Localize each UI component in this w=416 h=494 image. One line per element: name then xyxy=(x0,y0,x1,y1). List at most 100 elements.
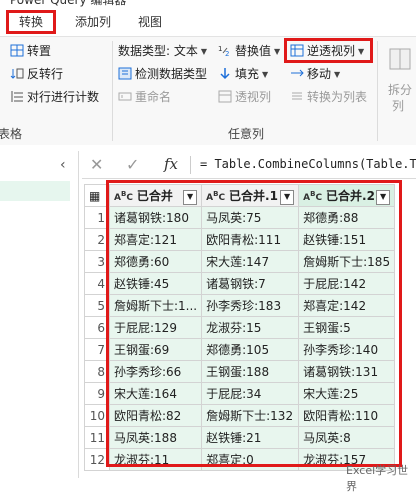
table-cell[interactable]: 郑喜定:0 xyxy=(201,448,300,471)
table-cell[interactable]: 郑喜定:121 xyxy=(108,228,203,251)
table-cell[interactable]: 欧阳青松:111 xyxy=(201,228,300,251)
split-column-button[interactable]: 拆分 列 xyxy=(386,41,416,113)
move-button[interactable]: 移动 ▼ xyxy=(290,64,340,84)
table-row[interactable]: 4 赵铁锤:45 诸葛钢铁:7 于屁屁:142 xyxy=(84,272,396,295)
row-number: 12 xyxy=(84,448,110,471)
table-cell[interactable]: 诸葛钢铁:131 xyxy=(298,360,396,383)
detect-type-button[interactable]: 检测数据类型 xyxy=(118,64,207,84)
filter-dropdown-icon[interactable]: ▼ xyxy=(183,189,198,205)
watermark: Excel学习世界 xyxy=(346,464,409,493)
filter-dropdown-icon[interactable]: ▼ xyxy=(376,189,391,205)
table-cell[interactable]: 王钢蛋:5 xyxy=(298,316,396,339)
table-cell[interactable]: 于屁屁:129 xyxy=(108,316,203,339)
pivot-column-label: 透视列 xyxy=(235,90,272,104)
table-row[interactable]: 6 于屁屁:129 龙淑芬:15 王钢蛋:5 xyxy=(84,316,396,339)
count-rows-button[interactable]: 对行进行计数 xyxy=(10,87,99,107)
table-menu-icon[interactable]: ▦ xyxy=(84,184,110,207)
table-cell[interactable]: 赵铁锤:45 xyxy=(108,272,203,295)
move-icon xyxy=(291,69,304,77)
fill-down-icon xyxy=(220,68,230,80)
tab-add-column[interactable]: 添加列 xyxy=(68,10,118,34)
fx-icon[interactable]: fx xyxy=(164,155,178,173)
table-cell[interactable]: 宋大莲:164 xyxy=(108,382,203,405)
row-number: 4 xyxy=(84,272,110,295)
table-row[interactable]: 3 郑德勇:60 宋大莲:147 詹姆斯下士:185 xyxy=(84,250,396,273)
table-cell[interactable]: 郑德勇:60 xyxy=(108,250,203,273)
table-cell[interactable]: 赵铁锤:21 xyxy=(201,426,300,449)
text-type-icon: ABC xyxy=(303,189,323,203)
selected-query[interactable] xyxy=(0,181,70,201)
table-row[interactable]: 10 欧阳青松:82 詹姆斯下士:132 欧阳青松:110 xyxy=(84,404,396,427)
table-cell[interactable]: 孙李秀珍:140 xyxy=(298,338,396,361)
table-cell[interactable]: 詹姆斯下士:185 xyxy=(298,250,396,273)
table-cell[interactable]: 宋大莲:25 xyxy=(298,382,396,405)
table-cell[interactable]: 欧阳青松:82 xyxy=(108,404,203,427)
table-cell[interactable]: 诸葛钢铁:180 xyxy=(108,206,203,229)
confirm-icon[interactable]: ✓ xyxy=(126,155,139,174)
group-label-any-column: 任意列 xyxy=(228,127,265,141)
table-row[interactable]: 7 王钢蛋:69 郑德勇:105 孙李秀珍:140 xyxy=(84,338,396,361)
filter-dropdown-icon[interactable]: ▼ xyxy=(280,189,295,205)
table-cell[interactable]: 马凤英:8 xyxy=(298,426,396,449)
table-cell[interactable]: 孙李秀珍:66 xyxy=(108,360,203,383)
table-row[interactable]: 8 孙李秀珍:66 王钢蛋:188 诸葛钢铁:131 xyxy=(84,360,396,383)
convert-to-list-button[interactable]: 转换为列表 xyxy=(290,87,367,107)
detect-type-label: 检测数据类型 xyxy=(135,67,208,81)
rename-label: 重命名 xyxy=(135,90,172,104)
count-rows-label: 对行进行计数 xyxy=(27,90,100,104)
replace-values-button[interactable]: 1 2 替换值 ▼ xyxy=(218,41,280,61)
table-cell[interactable]: 于屁屁:34 xyxy=(201,382,300,405)
queries-pane: ‹ xyxy=(0,151,79,478)
table-cell[interactable]: 孙李秀珍:183 xyxy=(201,294,300,317)
table-cell[interactable]: 龙淑芬:15 xyxy=(201,316,300,339)
table-row[interactable]: 2 郑喜定:121 欧阳青松:111 赵铁锤:151 xyxy=(84,228,396,251)
pivot-column-button[interactable]: 透视列 xyxy=(218,87,271,107)
table-cell[interactable]: 诸葛钢铁:7 xyxy=(201,272,300,295)
cancel-icon[interactable]: ✕ xyxy=(90,155,103,174)
table-cell[interactable]: 马凤英:75 xyxy=(201,206,300,229)
table-cell[interactable]: 詹姆斯下士:1... xyxy=(108,294,203,317)
tab-view[interactable]: 视图 xyxy=(130,10,170,34)
table-row[interactable]: 1 诸葛钢铁:180 马凤英:75 郑德勇:88 xyxy=(84,206,396,229)
table-row[interactable]: 11 马凤英:188 赵铁锤:21 马凤英:8 xyxy=(84,426,396,449)
table-cell[interactable]: 郑德勇:105 xyxy=(201,338,300,361)
table-cell[interactable]: 詹姆斯下士:132 xyxy=(201,404,300,427)
table-cell[interactable]: 王钢蛋:188 xyxy=(201,360,300,383)
split-label: 拆分 xyxy=(388,83,413,97)
row-number: 10 xyxy=(84,404,110,427)
collapse-pane-icon[interactable]: ‹ xyxy=(60,157,66,173)
table-row[interactable]: 5 詹姆斯下士:1... 孙李秀珍:183 郑喜定:142 xyxy=(84,294,396,317)
data-type-dropdown[interactable]: 数据类型: 文本 ▼ xyxy=(118,41,207,61)
pivot-icon xyxy=(218,90,232,103)
table-cell[interactable]: 马凤英:188 xyxy=(108,426,203,449)
reverse-rows-button[interactable]: 反转行 xyxy=(10,64,63,84)
table-cell[interactable]: 于屁屁:142 xyxy=(298,272,396,295)
table-row[interactable]: 9 宋大莲:164 于屁屁:34 宋大莲:25 xyxy=(84,382,396,405)
ribbon-tabs: 转换 添加列 视图 xyxy=(0,8,416,36)
table-cell[interactable]: 郑喜定:142 xyxy=(298,294,396,317)
column-header[interactable]: ABC 已合并 ▼ xyxy=(108,184,203,207)
row-number: 3 xyxy=(84,250,110,273)
table-cell[interactable]: 龙淑芬:11 xyxy=(108,448,203,471)
formula-text[interactable]: = Table.CombineColumns(Table.Tra xyxy=(200,157,416,171)
column-header-label: 已合并.2 xyxy=(326,188,375,203)
chevron-down-icon: ▼ xyxy=(200,47,208,56)
table-cell[interactable]: 赵铁锤:151 xyxy=(298,228,396,251)
table-cell[interactable]: 欧阳青松:110 xyxy=(298,404,396,427)
data-type-label: 数据类型: 文本 xyxy=(118,44,198,58)
table-cell[interactable]: 郑德勇:88 xyxy=(298,206,396,229)
svg-text:2: 2 xyxy=(225,50,229,57)
transpose-button[interactable]: 转置 xyxy=(10,41,51,61)
column-header[interactable]: ABC 已合并.2 ▼ xyxy=(298,184,396,207)
row-number: 11 xyxy=(84,426,110,449)
row-number: 8 xyxy=(84,360,110,383)
column-header[interactable]: ABC 已合并.1 ▼ xyxy=(201,184,300,207)
transpose-label: 转置 xyxy=(27,44,52,58)
formula-bar: ✕ ✓ fx = Table.CombineColumns(Table.Tra xyxy=(82,152,416,179)
group-separator xyxy=(377,41,378,141)
table-cell[interactable]: 王钢蛋:69 xyxy=(108,338,203,361)
tab-transform[interactable]: 转换 xyxy=(6,10,56,34)
table-cell[interactable]: 宋大莲:147 xyxy=(201,250,300,273)
fill-button[interactable]: 填充 ▼ xyxy=(218,64,268,84)
rename-button[interactable]: 重命名 xyxy=(118,87,171,107)
